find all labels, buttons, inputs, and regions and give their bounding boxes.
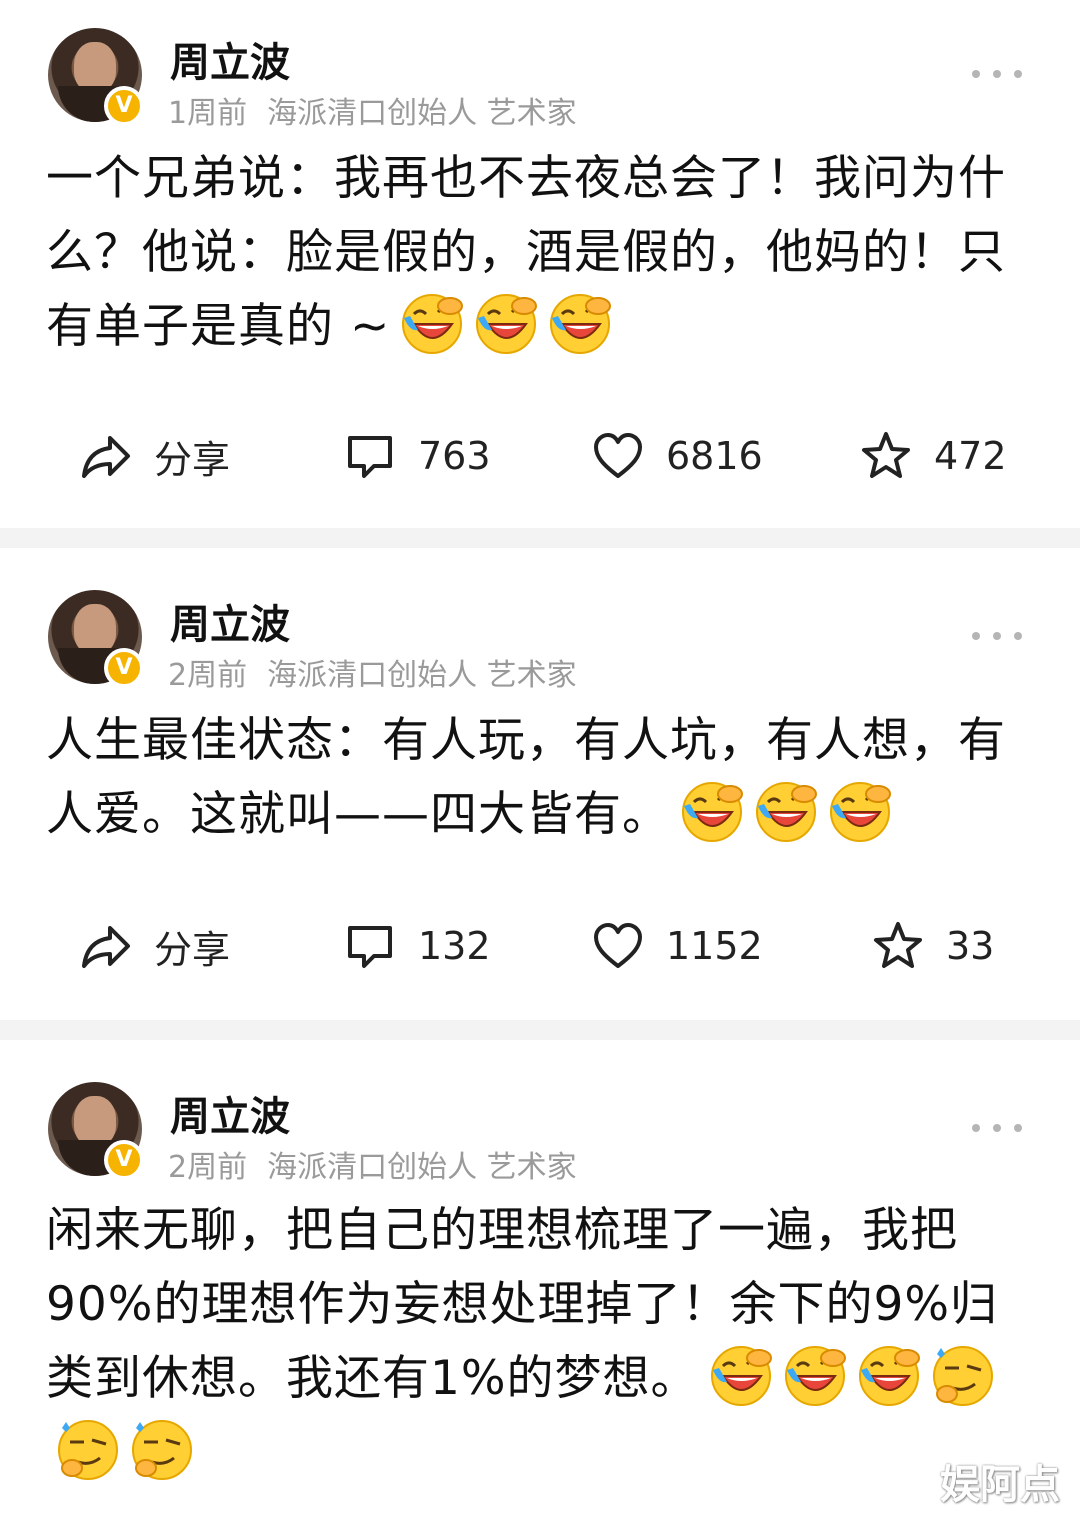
post-meta: 1周前 海派清口创始人 艺术家 <box>168 88 577 132</box>
emoji-group <box>390 294 612 354</box>
laugh-cry-emoji <box>550 294 612 354</box>
share-button[interactable]: 分享 <box>80 426 230 486</box>
laugh-cry-emoji <box>830 782 891 842</box>
post-card: V 周立波 2周前 海派清口创始人 艺术家 人生最佳状态：有人玩，有人坑，有人想，… <box>0 548 1080 1020</box>
comment-count: 763 <box>418 434 491 478</box>
more-options-icon[interactable] <box>972 632 1022 642</box>
share-icon <box>82 436 130 478</box>
laugh-cry-emoji <box>402 294 464 354</box>
post-separator <box>0 528 1080 548</box>
favorite-count: 472 <box>934 434 1007 478</box>
more-options-icon[interactable] <box>972 1124 1022 1134</box>
laugh-cry-emoji <box>784 1346 846 1406</box>
post-time: 1周前 <box>168 96 248 131</box>
watermark: 娱阿点 <box>940 1462 1060 1508</box>
author-name[interactable]: 周立波 <box>170 592 290 650</box>
verified-badge-icon: V <box>104 1140 144 1180</box>
like-button[interactable]: 6816 <box>592 426 763 486</box>
verified-badge-icon: V <box>104 86 144 126</box>
action-bar: 分享 763 6816 472 <box>0 426 1080 486</box>
laugh-cry-emoji <box>756 782 817 842</box>
favorite-button[interactable]: 33 <box>872 916 994 976</box>
emoji-group <box>670 782 892 842</box>
author-name[interactable]: 周立波 <box>170 1084 290 1142</box>
favorite-count: 33 <box>946 924 995 968</box>
share-icon <box>82 926 130 968</box>
post-time: 2周前 <box>168 658 248 693</box>
like-count: 1152 <box>666 924 763 968</box>
share-label: 分享 <box>154 927 231 972</box>
laugh-cry-emoji <box>476 294 538 354</box>
smirk-emoji <box>932 1346 993 1406</box>
like-count: 6816 <box>666 434 763 478</box>
favorite-button[interactable]: 472 <box>860 426 1007 486</box>
laugh-cry-emoji <box>858 1346 920 1406</box>
comment-icon <box>348 436 392 478</box>
action-bar: 分享 132 1152 33 <box>0 916 1080 976</box>
post-meta: 2周前 海派清口创始人 艺术家 <box>168 1142 577 1186</box>
post-text: 一个兄弟说：我再也不去夜总会了！我问为什么？他说：脸是假的，酒是假的，他妈的！只… <box>46 142 1046 364</box>
star-icon <box>874 922 922 968</box>
author-bio: 海派清口创始人 艺术家 <box>267 1150 577 1185</box>
star-icon <box>862 432 910 478</box>
comment-count: 132 <box>418 924 491 968</box>
more-options-icon[interactable] <box>972 70 1022 80</box>
comment-icon <box>348 926 392 968</box>
post-meta: 2周前 海派清口创始人 艺术家 <box>168 650 577 694</box>
author-bio: 海派清口创始人 艺术家 <box>267 96 577 131</box>
smirk-emoji <box>58 1420 118 1480</box>
smirk-emoji <box>132 1420 192 1480</box>
share-button[interactable]: 分享 <box>80 916 230 976</box>
heart-icon <box>594 433 642 478</box>
comment-button[interactable]: 763 <box>344 426 491 486</box>
post-separator <box>0 1020 1080 1040</box>
like-button[interactable]: 1152 <box>592 916 763 976</box>
heart-icon <box>594 923 642 968</box>
author-name[interactable]: 周立波 <box>170 30 290 88</box>
post-card: V 周立波 1周前 海派清口创始人 艺术家 一个兄弟说：我再也不去夜总会了！我问为… <box>0 0 1080 528</box>
verified-badge-icon: V <box>104 648 144 688</box>
share-label: 分享 <box>154 437 231 482</box>
post-time: 2周前 <box>168 1150 248 1185</box>
laugh-cry-emoji <box>710 1346 772 1406</box>
post-text: 人生最佳状态：有人玩，有人坑，有人想，有人爱。这就叫——四大皆有。 <box>46 704 1006 852</box>
post-card: V 周立波 2周前 海派清口创始人 艺术家 闲来无聊，把自己的理想梳理了一遍，我把… <box>0 1040 1080 1522</box>
author-bio: 海派清口创始人 艺术家 <box>267 658 577 693</box>
post-text: 闲来无聊，把自己的理想梳理了一遍，我把90%的理想作为妄想处理掉了！余下的9%归… <box>46 1194 1036 1490</box>
comment-button[interactable]: 132 <box>344 916 491 976</box>
laugh-cry-emoji <box>682 782 743 842</box>
